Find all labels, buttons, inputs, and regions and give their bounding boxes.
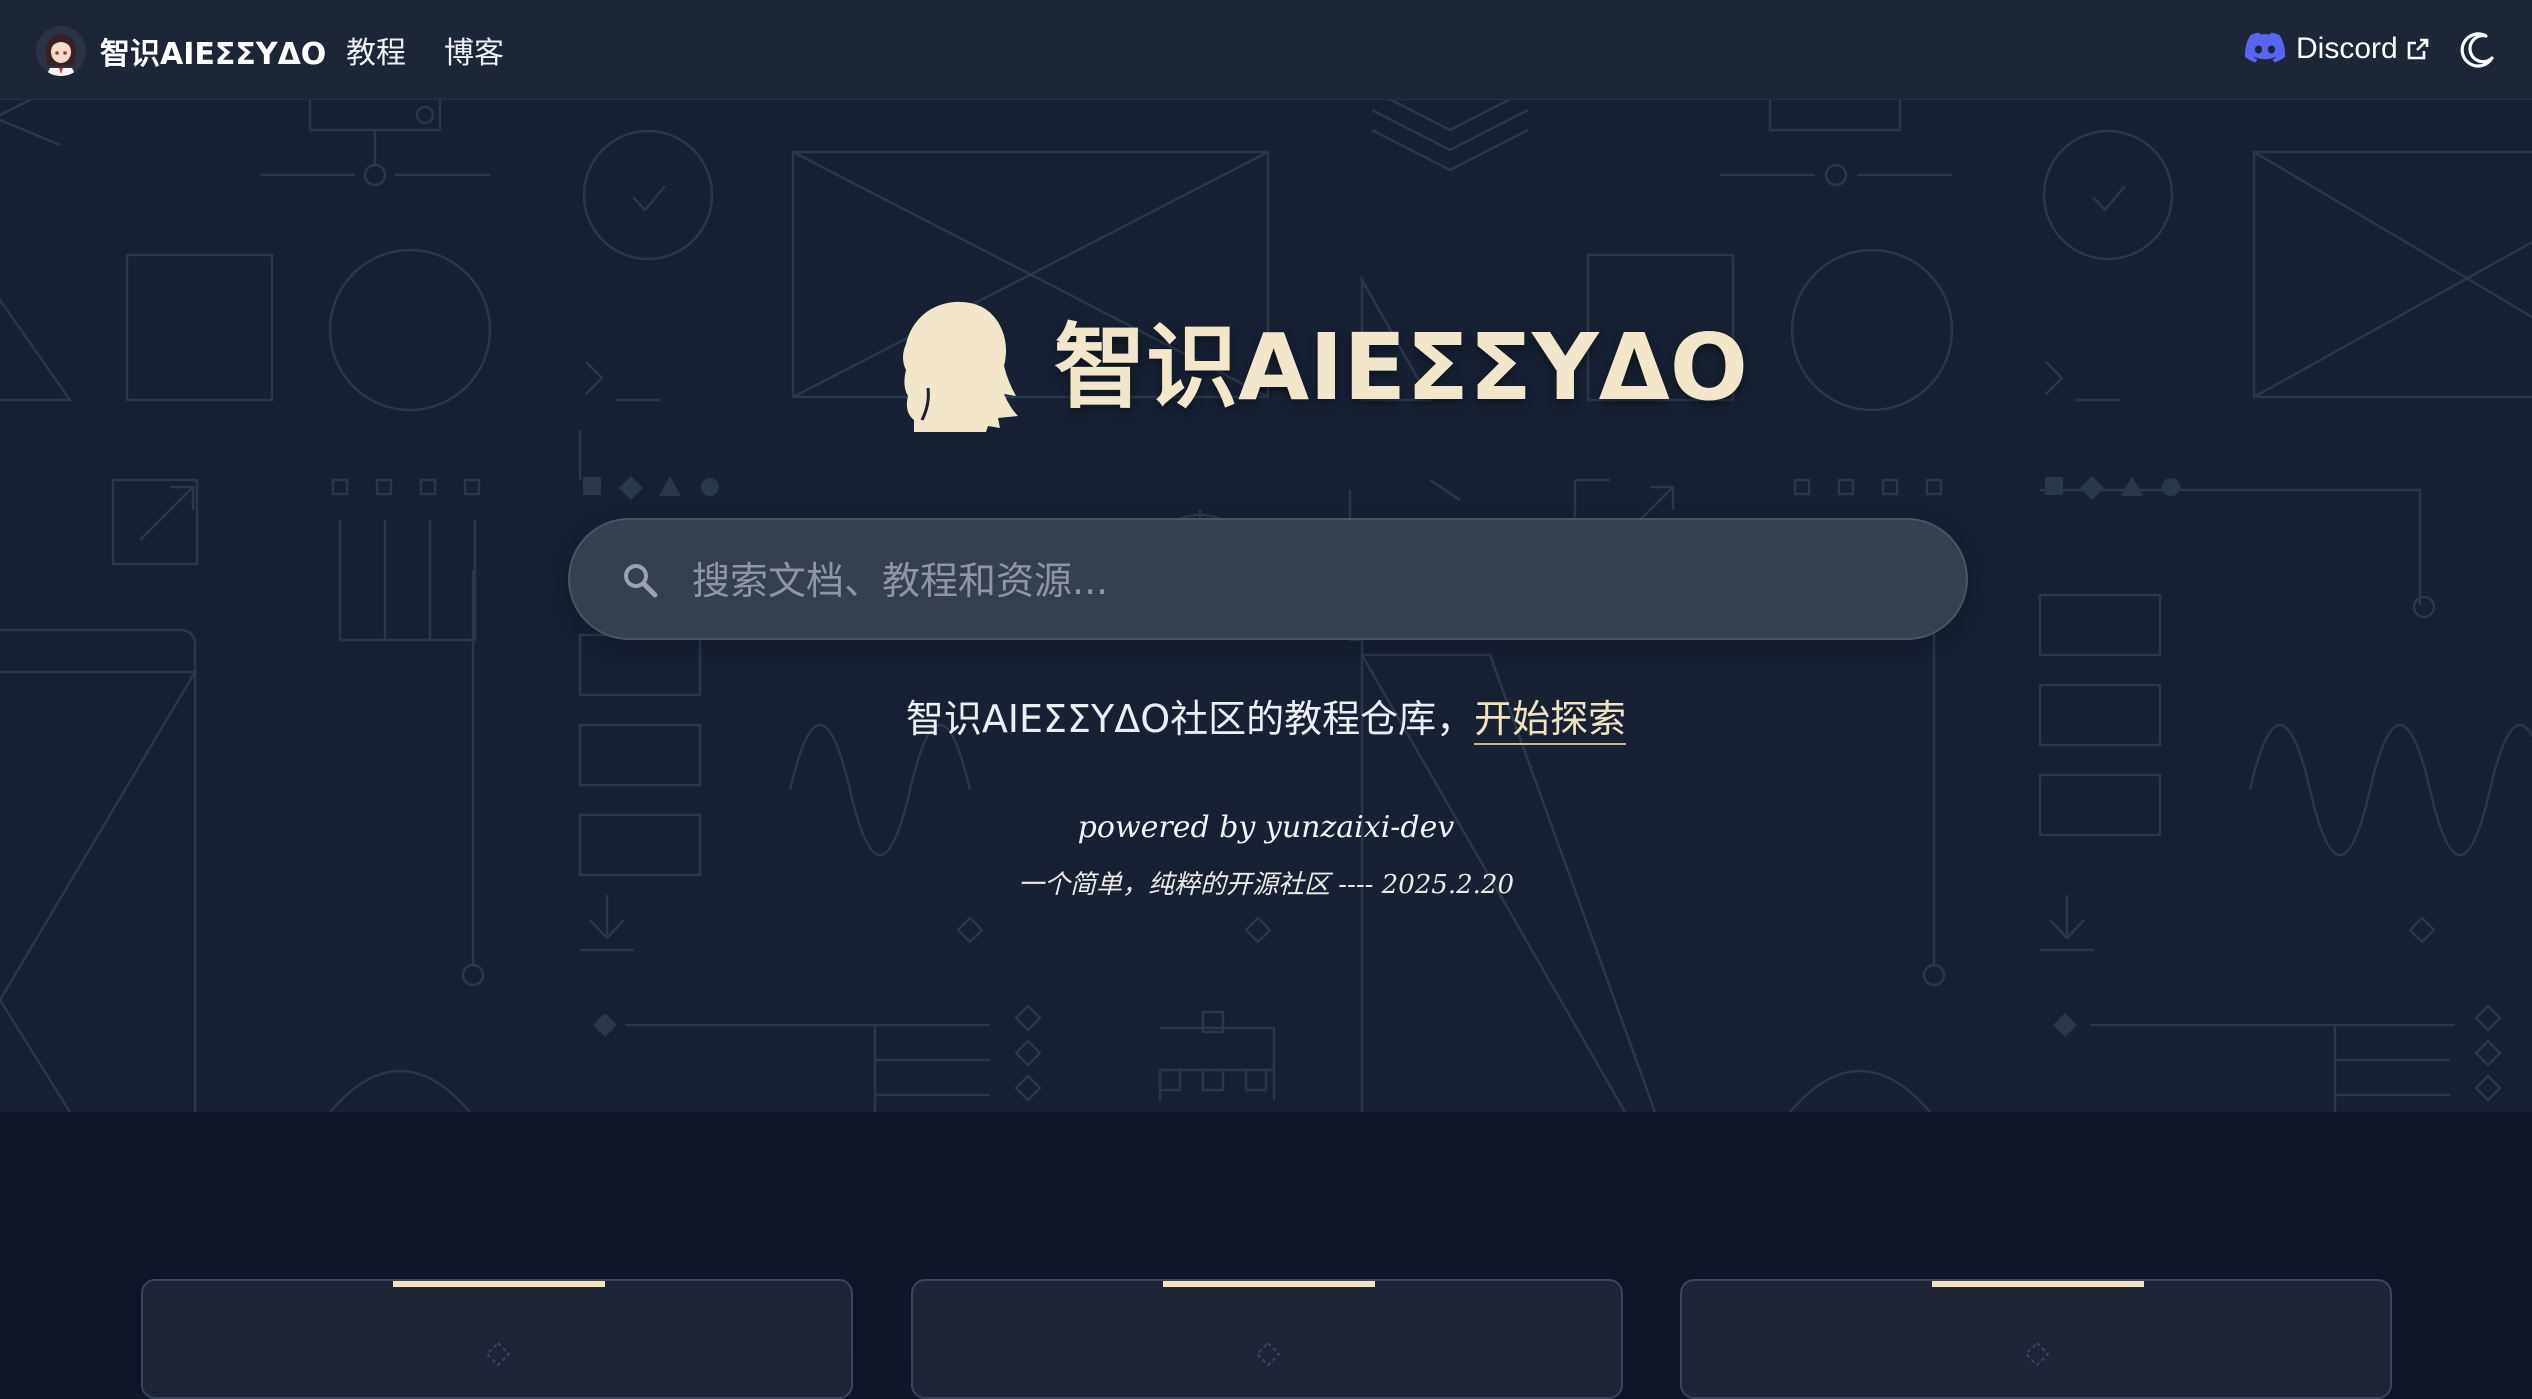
top-navbar: 智识AIEΣΣYΔO 教程 博客 Discord	[0, 0, 2532, 100]
tagline: 智识AIEΣΣYΔO社区的教程仓库，开始探索	[0, 688, 2532, 745]
hero-title: 智识AIEΣΣYΔO	[1054, 314, 1748, 421]
card-accent-bar	[1163, 1281, 1375, 1287]
brand-home-link[interactable]: 智识AIEΣΣYΔO	[36, 25, 326, 77]
search-input[interactable]	[690, 542, 1934, 620]
hero-section: 智识AIEΣΣYΔO 智识AIEΣΣYΔO社区的教程仓库，开始探索 powere…	[0, 100, 2532, 1112]
discord-icon	[2244, 32, 2286, 63]
feature-card[interactable]	[1680, 1279, 2392, 1399]
nav-link-tutorials[interactable]: 教程	[346, 28, 406, 72]
motto-text: 一个简单，纯粹的开源社区 ---- 2025.2.20	[1018, 870, 1514, 900]
brand-title: 智识AIEΣΣYΔO	[100, 37, 327, 72]
discord-link[interactable]: Discord	[2244, 26, 2430, 72]
feature-cards-section	[0, 1112, 2532, 1399]
feature-card[interactable]	[911, 1279, 1623, 1399]
diamond-icon	[485, 1341, 511, 1367]
brand-avatar-icon	[36, 26, 86, 76]
hero-logo-silhouette-icon	[903, 301, 1018, 432]
moon-icon[interactable]	[2456, 28, 2500, 72]
diamond-icon	[1255, 1341, 1281, 1367]
search-icon	[624, 564, 658, 598]
feature-card[interactable]	[141, 1279, 853, 1399]
start-explore-link[interactable]: 开始探索	[1474, 697, 1627, 745]
nav-link-blog[interactable]: 博客	[444, 28, 504, 72]
card-accent-bar	[1932, 1281, 2144, 1287]
powered-by-text: powered by yunzaixi-dev	[1077, 810, 1455, 845]
tagline-text: 智识AIEΣΣYΔO社区的教程仓库，	[905, 697, 1475, 741]
diamond-icon	[2024, 1341, 2050, 1367]
external-link-icon	[2407, 38, 2429, 60]
search-bar[interactable]	[568, 518, 1968, 640]
discord-label: Discord	[2296, 32, 2398, 65]
card-accent-bar	[393, 1281, 605, 1287]
